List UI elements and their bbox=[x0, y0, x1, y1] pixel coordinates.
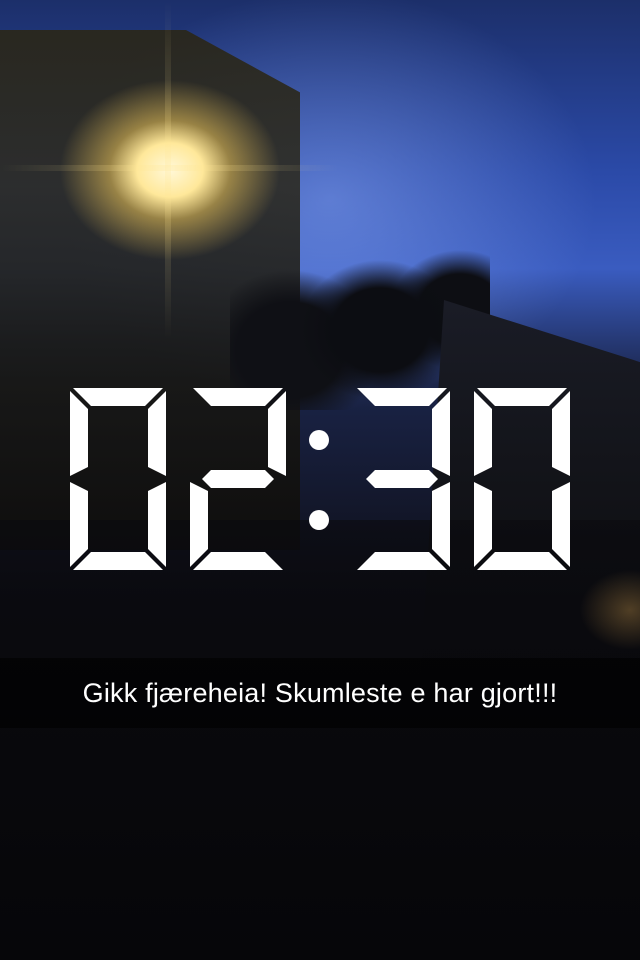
caption-text: Gikk fjæreheia! Skumleste e har gjort!!! bbox=[82, 677, 558, 708]
segment-f bbox=[70, 391, 88, 476]
segment-c bbox=[432, 482, 450, 567]
hour-digit-1 bbox=[70, 388, 166, 570]
sun-rays bbox=[0, 0, 340, 340]
segment-a bbox=[477, 388, 567, 406]
segment-b bbox=[268, 391, 286, 476]
segment-g bbox=[366, 470, 438, 488]
segment-b bbox=[148, 391, 166, 476]
minute-digit-2 bbox=[474, 388, 570, 570]
time-filter: 02 : 30 bbox=[70, 388, 570, 570]
segment-c bbox=[148, 482, 166, 567]
segment-f bbox=[474, 391, 492, 476]
segment-g bbox=[202, 470, 274, 488]
segment-e bbox=[474, 482, 492, 567]
segment-b bbox=[552, 391, 570, 476]
snap-photo: 02 : 30 Gikk fjæreheia! Skumleste e har … bbox=[0, 0, 640, 960]
dark-ground bbox=[0, 520, 640, 960]
segment-d bbox=[357, 552, 447, 570]
seven-segment-display bbox=[70, 388, 570, 570]
segment-d bbox=[193, 552, 283, 570]
segment-a bbox=[73, 388, 163, 406]
segment-a bbox=[357, 388, 447, 406]
segment-d bbox=[477, 552, 567, 570]
segment-b bbox=[432, 391, 450, 476]
segment-a bbox=[193, 388, 283, 406]
segment-e bbox=[190, 482, 208, 567]
window-light bbox=[560, 560, 640, 660]
hour-digit-2 bbox=[190, 388, 286, 570]
segment-e bbox=[70, 482, 88, 567]
segment-c bbox=[552, 482, 570, 567]
segment-d bbox=[73, 552, 163, 570]
colon-dot-bottom bbox=[309, 510, 329, 530]
minute-digit-1 bbox=[357, 388, 450, 570]
colon-dot-top bbox=[309, 430, 329, 450]
caption-bar[interactable]: Gikk fjæreheia! Skumleste e har gjort!!! bbox=[0, 658, 640, 728]
